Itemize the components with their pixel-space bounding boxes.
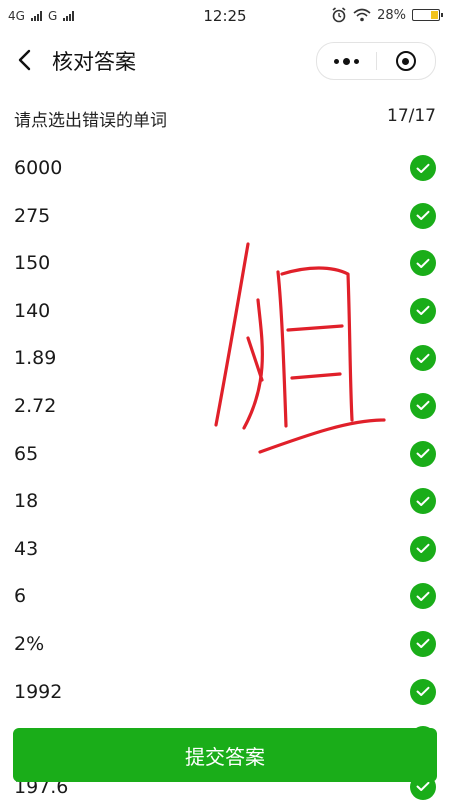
check-icon [410, 583, 436, 610]
back-button[interactable] [10, 46, 38, 74]
check-icon [410, 535, 436, 562]
answer-text: 6000 [14, 157, 63, 179]
list-item[interactable]: 150 [0, 240, 450, 288]
check-icon [410, 392, 436, 419]
submit-button[interactable]: 提交答案 [13, 728, 437, 782]
battery-percent: 28% [377, 7, 406, 23]
list-item[interactable]: 6 [0, 573, 450, 621]
list-item[interactable]: 140 [0, 288, 450, 336]
nav-bar: 核对答案 [0, 34, 450, 88]
answer-text: 140 [14, 299, 51, 322]
answer-text: 1.89 [14, 347, 57, 370]
answer-text: 2.72 [14, 394, 57, 417]
more-button[interactable] [317, 43, 376, 79]
battery-fill [431, 11, 438, 19]
list-item[interactable]: 6000 [0, 145, 450, 193]
answer-text: 43 [14, 537, 39, 560]
check-icon [410, 202, 436, 229]
answer-text: 150 [14, 252, 51, 275]
status-right: 28% [331, 7, 443, 23]
answer-text: 65 [14, 442, 39, 465]
check-icon [410, 630, 436, 657]
close-button[interactable] [377, 43, 436, 79]
list-item[interactable]: 65 [0, 431, 450, 479]
answer-text: 1992 [14, 680, 63, 703]
screen: 4G G 12:25 28% 核对答案 请点选出错误的单词 17/17 6000… [0, 0, 450, 800]
status-bar: 4G G 12:25 28% [0, 0, 450, 34]
answer-text: 275 [14, 204, 51, 227]
chevron-left-icon [18, 49, 31, 71]
check-icon [410, 155, 436, 181]
check-icon [410, 297, 436, 324]
answer-text: 2% [14, 632, 45, 655]
list-item[interactable]: 2.72 [0, 383, 450, 431]
capsule-menu [316, 42, 436, 80]
check-icon [410, 440, 436, 467]
list-item[interactable]: 1.89 [0, 335, 450, 383]
wifi-icon [353, 8, 371, 22]
more-dots-icon [333, 57, 359, 65]
battery-icon [412, 9, 443, 21]
list-item[interactable]: 1992 [0, 669, 450, 717]
answer-text: 18 [14, 490, 39, 513]
page-title: 核对答案 [52, 50, 136, 74]
progress-count: 17/17 [387, 106, 436, 126]
list-item[interactable]: 275 [0, 193, 450, 241]
alarm-icon [332, 7, 346, 23]
answer-text: 6 [14, 585, 27, 608]
list-item[interactable]: 18 [0, 478, 450, 526]
check-icon [410, 488, 436, 515]
list-item[interactable]: 2% [0, 621, 450, 669]
check-icon [410, 250, 436, 277]
instruction-text: 请点选出错误的单词 [14, 111, 167, 131]
answer-list: 6000 275 150 140 1.89 2.72 65 18 43 6 2%… [0, 145, 450, 800]
check-icon [410, 678, 436, 705]
list-item[interactable]: 43 [0, 526, 450, 574]
check-icon [410, 345, 436, 372]
target-circle-icon [395, 51, 416, 71]
